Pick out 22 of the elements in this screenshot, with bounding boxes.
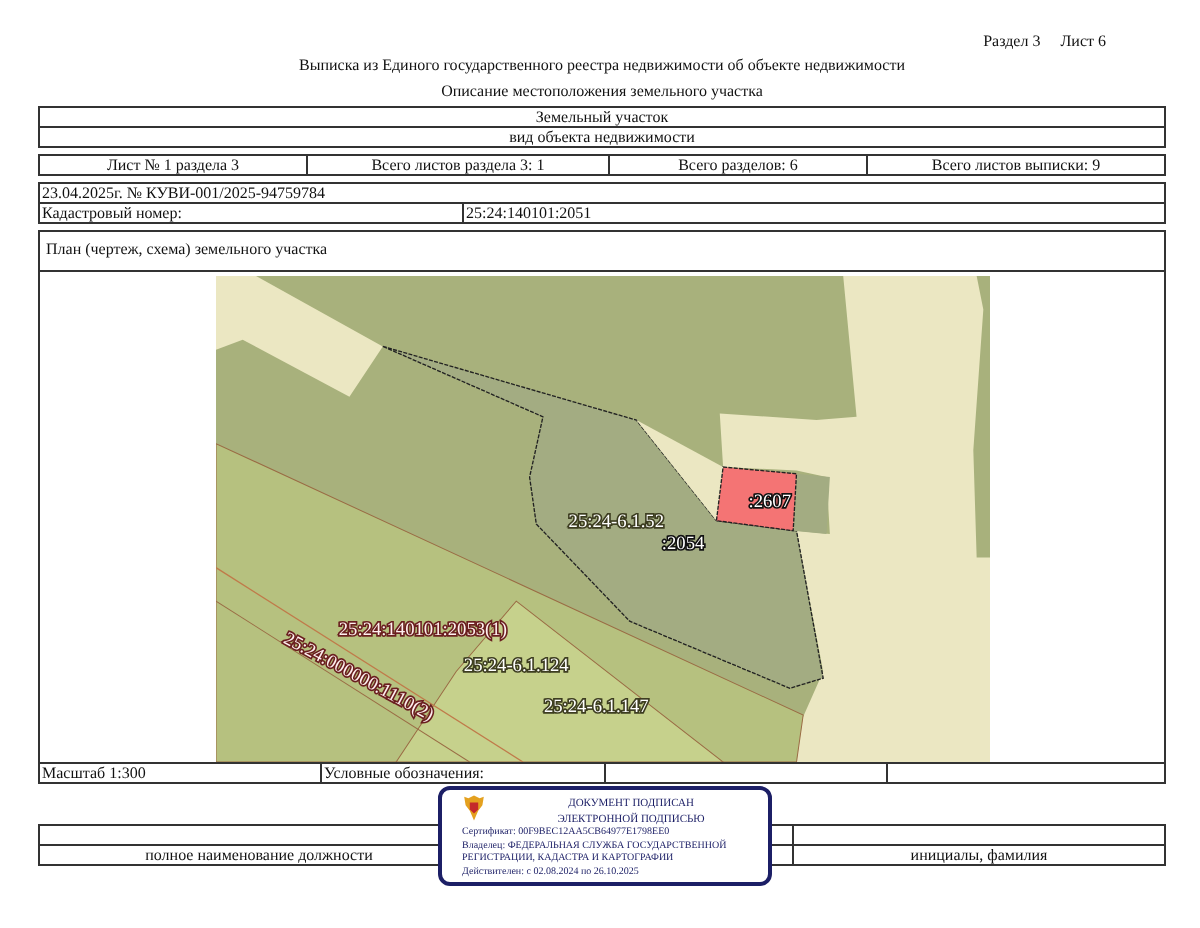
object-caption: вид объекта недвижимости (507, 128, 697, 146)
map-label: :2607 (747, 493, 791, 514)
scale-label: Масштаб 1:300 (40, 764, 322, 782)
sheet-label: Лист 6 (1060, 32, 1106, 50)
map-label: 25:24-6.1.147 (542, 697, 648, 718)
map-label: :2054 (660, 535, 704, 556)
plan-title: План (чертеж, схема) земельного участка (40, 232, 1164, 272)
table-cell: Всего листов раздела 3: 1 (308, 156, 610, 174)
table-cell: Лист № 1 раздела 3 (40, 156, 308, 174)
section-label: Раздел 3 (983, 32, 1041, 50)
cadastral-number: 25:24:140101:2051 (464, 204, 594, 222)
table-cell: Всего разделов: 6 (610, 156, 868, 174)
table-cell-text: Всего листов выписки: 9 (929, 156, 1103, 174)
cadastral-label: Кадастровый номер: (40, 204, 464, 222)
document-title: Выписка из Единого государственного реестра недвижимости об объекте недвижимости (297, 56, 907, 74)
document-subtitle: Описание местоположения земельного участка (439, 82, 765, 100)
map-label: 25:24-6.1.124 (462, 657, 568, 678)
legend-label: Условные обозначения: (322, 764, 606, 782)
record-number: 23.04.2025г. № КУВИ-001/2025-94759784 (40, 184, 1164, 204)
object-name: Земельный участок (40, 108, 1164, 128)
name-caption: инициалы, фамилия (908, 846, 1050, 864)
map-label: 25:24-6.1.52 (567, 513, 664, 534)
